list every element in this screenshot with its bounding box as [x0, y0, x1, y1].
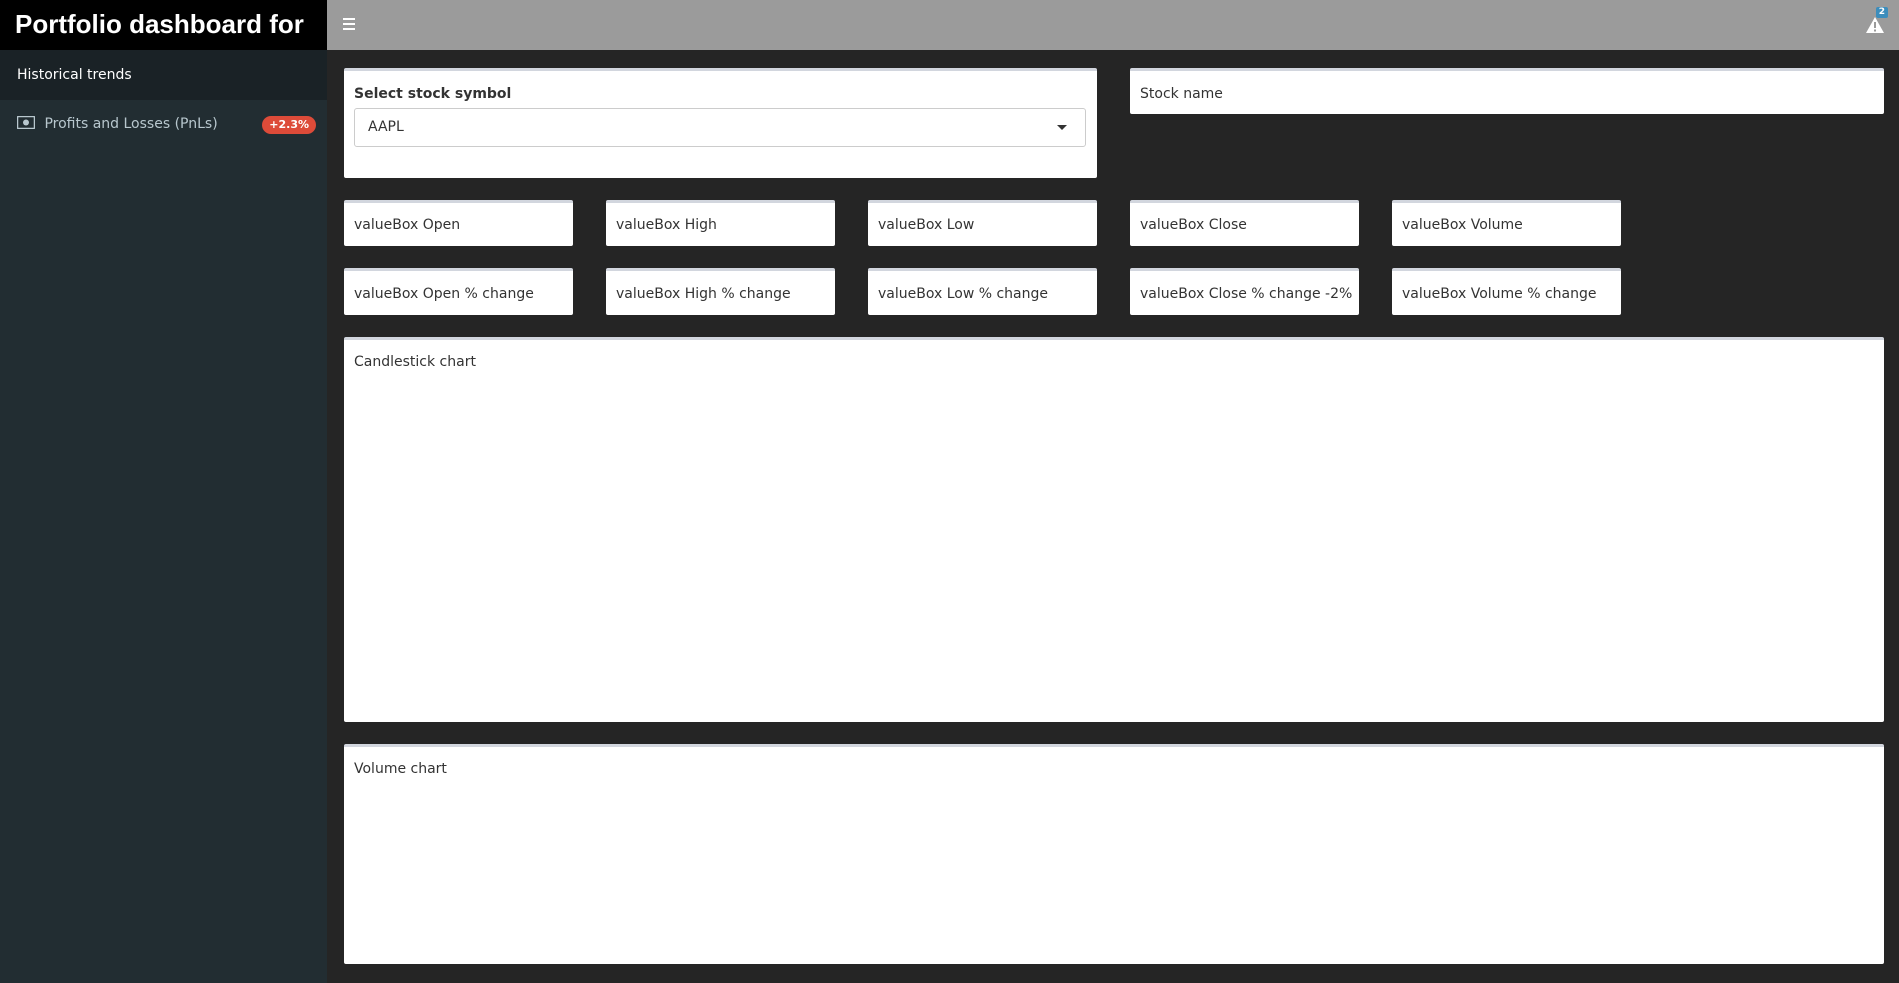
top-navbar: 2 — [327, 0, 1899, 50]
sidebar-toggle-button[interactable] — [341, 15, 357, 35]
symbol-select-box: Select stock symbol AAPL — [344, 68, 1097, 178]
notifications-button[interactable]: 2 — [1865, 7, 1888, 35]
chevron-down-icon — [1057, 125, 1067, 130]
value-box-label: valueBox High — [616, 217, 717, 233]
symbol-select-value: AAPL — [368, 119, 404, 135]
value-box-label: valueBox Volume — [1402, 217, 1523, 233]
symbol-select-label: Select stock symbol — [354, 86, 512, 102]
change-box-volume: valueBox Volume % change — [1392, 268, 1621, 315]
value-box-label: valueBox Low — [878, 217, 975, 233]
app-window: Portfolio dashboard for 2 Historical tre… — [0, 0, 1899, 983]
sidebar: Historical trends Profits and Losses (Pn… — [0, 50, 327, 983]
candlestick-chart-box: Candlestick chart — [344, 337, 1884, 722]
change-box-high: valueBox High % change — [606, 268, 835, 315]
notifications-count-badge: 2 — [1875, 7, 1888, 18]
volume-chart-title: Volume chart — [354, 761, 447, 777]
volume-chart-box: Volume chart — [344, 744, 1884, 964]
change-box-label: valueBox Close % change -2% — [1140, 286, 1353, 302]
change-box-label: valueBox High % change — [616, 286, 791, 302]
change-box-label: valueBox Low % change — [878, 286, 1049, 302]
stock-name-box: Stock name — [1130, 68, 1884, 114]
value-box-high: valueBox High — [606, 200, 835, 246]
change-box-low: valueBox Low % change — [868, 268, 1097, 315]
value-box-open: valueBox Open — [344, 200, 573, 246]
hamburger-icon-line — [343, 23, 355, 25]
candlestick-chart-title: Candlestick chart — [354, 354, 476, 370]
change-box-open: valueBox Open % change — [344, 268, 573, 315]
stock-name-title: Stock name — [1140, 86, 1223, 102]
sidebar-item-label: Profits and Losses (PnLs) — [44, 116, 218, 132]
value-box-close: valueBox Close — [1130, 200, 1359, 246]
value-box-label: valueBox Close — [1140, 217, 1247, 233]
pnl-badge: +2.3% — [262, 116, 316, 134]
warning-icon — [1866, 17, 1884, 33]
value-box-volume: valueBox Volume — [1392, 200, 1621, 246]
hamburger-icon — [343, 18, 355, 20]
sidebar-heading: Historical trends — [0, 50, 327, 100]
app-title: Portfolio dashboard for — [0, 0, 327, 50]
value-box-label: valueBox Open — [354, 217, 461, 233]
value-box-low: valueBox Low — [868, 200, 1097, 246]
change-box-label: valueBox Open % change — [354, 286, 534, 302]
money-icon — [17, 116, 35, 129]
symbol-select-dropdown[interactable]: AAPL — [354, 108, 1086, 147]
sidebar-item-pnls[interactable]: Profits and Losses (PnLs) +2.3% — [0, 100, 327, 148]
change-box-close: valueBox Close % change -2% — [1130, 268, 1359, 315]
hamburger-icon-line — [343, 28, 355, 30]
change-box-label: valueBox Volume % change — [1402, 286, 1597, 302]
